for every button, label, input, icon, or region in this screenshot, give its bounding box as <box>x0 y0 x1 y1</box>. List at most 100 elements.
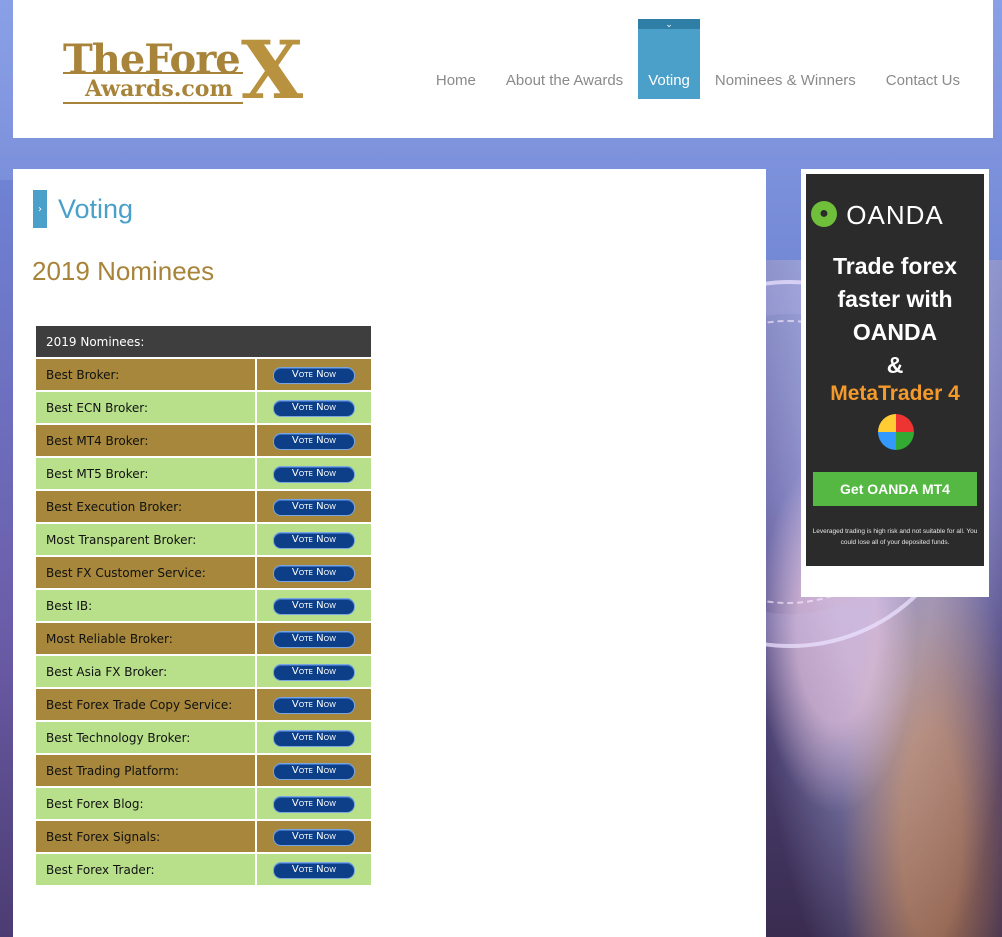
table-row: Best Forex Trade Copy Service: Vote Now <box>36 689 371 720</box>
vote-now-button[interactable]: Vote Now <box>273 498 355 516</box>
category-label: Best Forex Trader: <box>36 854 255 885</box>
category-label: Best FX Customer Service: <box>36 557 255 588</box>
category-label: Best Trading Platform: <box>36 755 255 786</box>
vote-cell: Vote Now <box>257 854 371 885</box>
chevron-down-icon: ⌄ <box>638 19 700 29</box>
vote-now-button[interactable]: Vote Now <box>273 399 355 417</box>
oanda-ad-banner[interactable]: ● OANDA Trade forex faster with OANDA & … <box>806 174 984 566</box>
vote-now-button[interactable]: Vote Now <box>273 465 355 483</box>
vote-cell: Vote Now <box>257 623 371 654</box>
table-row: Best Broker: Vote Now <box>36 359 371 390</box>
vote-cell: Vote Now <box>257 788 371 819</box>
section-title: 2019 Nominees <box>32 256 215 286</box>
nav-contact-label: Contact Us <box>885 72 960 89</box>
vote-cell: Vote Now <box>257 458 371 489</box>
vote-cell: Vote Now <box>257 392 371 423</box>
vote-cell: Vote Now <box>257 425 371 456</box>
vote-now-button[interactable]: Vote Now <box>273 564 355 582</box>
ad-headline-line: faster with <box>837 286 953 312</box>
nav-about-label: About the Awards <box>505 72 624 89</box>
vote-now-button[interactable]: Vote Now <box>273 366 355 384</box>
site-header: TheFore Awards.com X Home About the Awar… <box>13 0 993 138</box>
nav-nominees-winners[interactable]: Nominees & Winners <box>700 19 871 99</box>
vote-cell: Vote Now <box>257 359 371 390</box>
background-left <box>0 180 13 937</box>
table-row: Best Execution Broker: Vote Now <box>36 491 371 522</box>
table-row: Most Reliable Broker: Vote Now <box>36 623 371 654</box>
vote-now-button[interactable]: Vote Now <box>273 432 355 450</box>
category-label: Best MT4 Broker: <box>36 425 255 456</box>
category-label: Best IB: <box>36 590 255 621</box>
main-nav: Home About the Awards ⌄ Voting Nominees … <box>421 19 975 99</box>
category-label: Best ECN Broker: <box>36 392 255 423</box>
nominees-table: 2019 Nominees: Best Broker: Vote Now Best … <box>34 324 373 887</box>
vote-cell: Vote Now <box>257 656 371 687</box>
vote-now-button[interactable]: Vote Now <box>273 696 355 714</box>
vote-now-button[interactable]: Vote Now <box>273 531 355 549</box>
table-row: Best IB: Vote Now <box>36 590 371 621</box>
category-label: Best Execution Broker: <box>36 491 255 522</box>
nav-nominees-label: Nominees & Winners <box>714 72 856 89</box>
category-label: Best Asia FX Broker: <box>36 656 255 687</box>
table-row: Best FX Customer Service: Vote Now <box>36 557 371 588</box>
category-label: Most Transparent Broker: <box>36 524 255 555</box>
vote-now-button[interactable]: Vote Now <box>273 861 355 879</box>
category-label: Best MT5 Broker: <box>36 458 255 489</box>
table-row: Best MT5 Broker: Vote Now <box>36 458 371 489</box>
vote-cell: Vote Now <box>257 755 371 786</box>
vote-cell: Vote Now <box>257 821 371 852</box>
vote-now-button[interactable]: Vote Now <box>273 795 355 813</box>
ad-headline-line: & <box>886 352 904 378</box>
vote-now-button[interactable]: Vote Now <box>273 663 355 681</box>
vote-now-button[interactable]: Vote Now <box>273 729 355 747</box>
table-row: Most Transparent Broker: Vote Now <box>36 524 371 555</box>
table-row: Best MT4 Broker: Vote Now <box>36 425 371 456</box>
ad-headline: Trade forex faster with OANDA & <box>806 250 984 382</box>
ad-product: MetaTrader 4 <box>830 382 960 405</box>
vote-cell: Vote Now <box>257 590 371 621</box>
page-title: Voting <box>58 193 134 224</box>
table-row: Best Technology Broker: Vote Now <box>36 722 371 753</box>
category-label: Best Forex Signals: <box>36 821 255 852</box>
nav-about[interactable]: About the Awards <box>491 19 638 99</box>
vote-cell: Vote Now <box>257 722 371 753</box>
ad-brand: OANDA <box>846 200 944 230</box>
ad-disclaimer: Leveraged trading is high risk and not s… <box>812 528 978 546</box>
table-row: Best Trading Platform: Vote Now <box>36 755 371 786</box>
category-label: Most Reliable Broker: <box>36 623 255 654</box>
metatrader-logo-icon <box>878 414 914 450</box>
site-logo[interactable]: TheFore Awards.com X <box>63 30 325 110</box>
chevron-right-icon: › <box>33 190 47 228</box>
logo-x-mark: X <box>241 23 304 117</box>
vote-cell: Vote Now <box>257 491 371 522</box>
logo-text-sub: Awards.com <box>85 76 233 102</box>
vote-now-button[interactable]: Vote Now <box>273 828 355 846</box>
nav-contact[interactable]: Contact Us <box>871 19 975 99</box>
category-label: Best Forex Blog: <box>36 788 255 819</box>
vote-now-button[interactable]: Vote Now <box>273 597 355 615</box>
table-row: Best ECN Broker: Vote Now <box>36 392 371 423</box>
category-label: Best Broker: <box>36 359 255 390</box>
nav-voting-label: Voting <box>648 72 690 89</box>
category-label: Best Technology Broker: <box>36 722 255 753</box>
vote-now-button[interactable]: Vote Now <box>273 762 355 780</box>
category-label: Best Forex Trade Copy Service: <box>36 689 255 720</box>
nav-voting[interactable]: ⌄ Voting <box>638 19 700 99</box>
get-oanda-mt4-button[interactable]: Get OANDA MT4 <box>813 472 977 506</box>
table-row: Best Forex Trader: Vote Now <box>36 854 371 885</box>
logo-rule-bottom <box>63 102 243 104</box>
table-header: 2019 Nominees: <box>36 326 371 357</box>
nav-home-label: Home <box>435 72 476 89</box>
vote-cell: Vote Now <box>257 557 371 588</box>
table-row: Best Forex Blog: Vote Now <box>36 788 371 819</box>
nav-home[interactable]: Home <box>421 19 491 99</box>
table-row: Best Asia FX Broker: Vote Now <box>36 656 371 687</box>
vote-cell: Vote Now <box>257 689 371 720</box>
table-row: Best Forex Signals: Vote Now <box>36 821 371 852</box>
sidebar-ad: ● OANDA Trade forex faster with OANDA & … <box>801 169 989 597</box>
vote-cell: Vote Now <box>257 524 371 555</box>
ad-headline-line: Trade forex <box>833 253 957 279</box>
main-content: › Voting 2019 Nominees 2019 Nominees: Be… <box>13 169 766 937</box>
page-heading: › Voting <box>33 190 133 228</box>
vote-now-button[interactable]: Vote Now <box>273 630 355 648</box>
